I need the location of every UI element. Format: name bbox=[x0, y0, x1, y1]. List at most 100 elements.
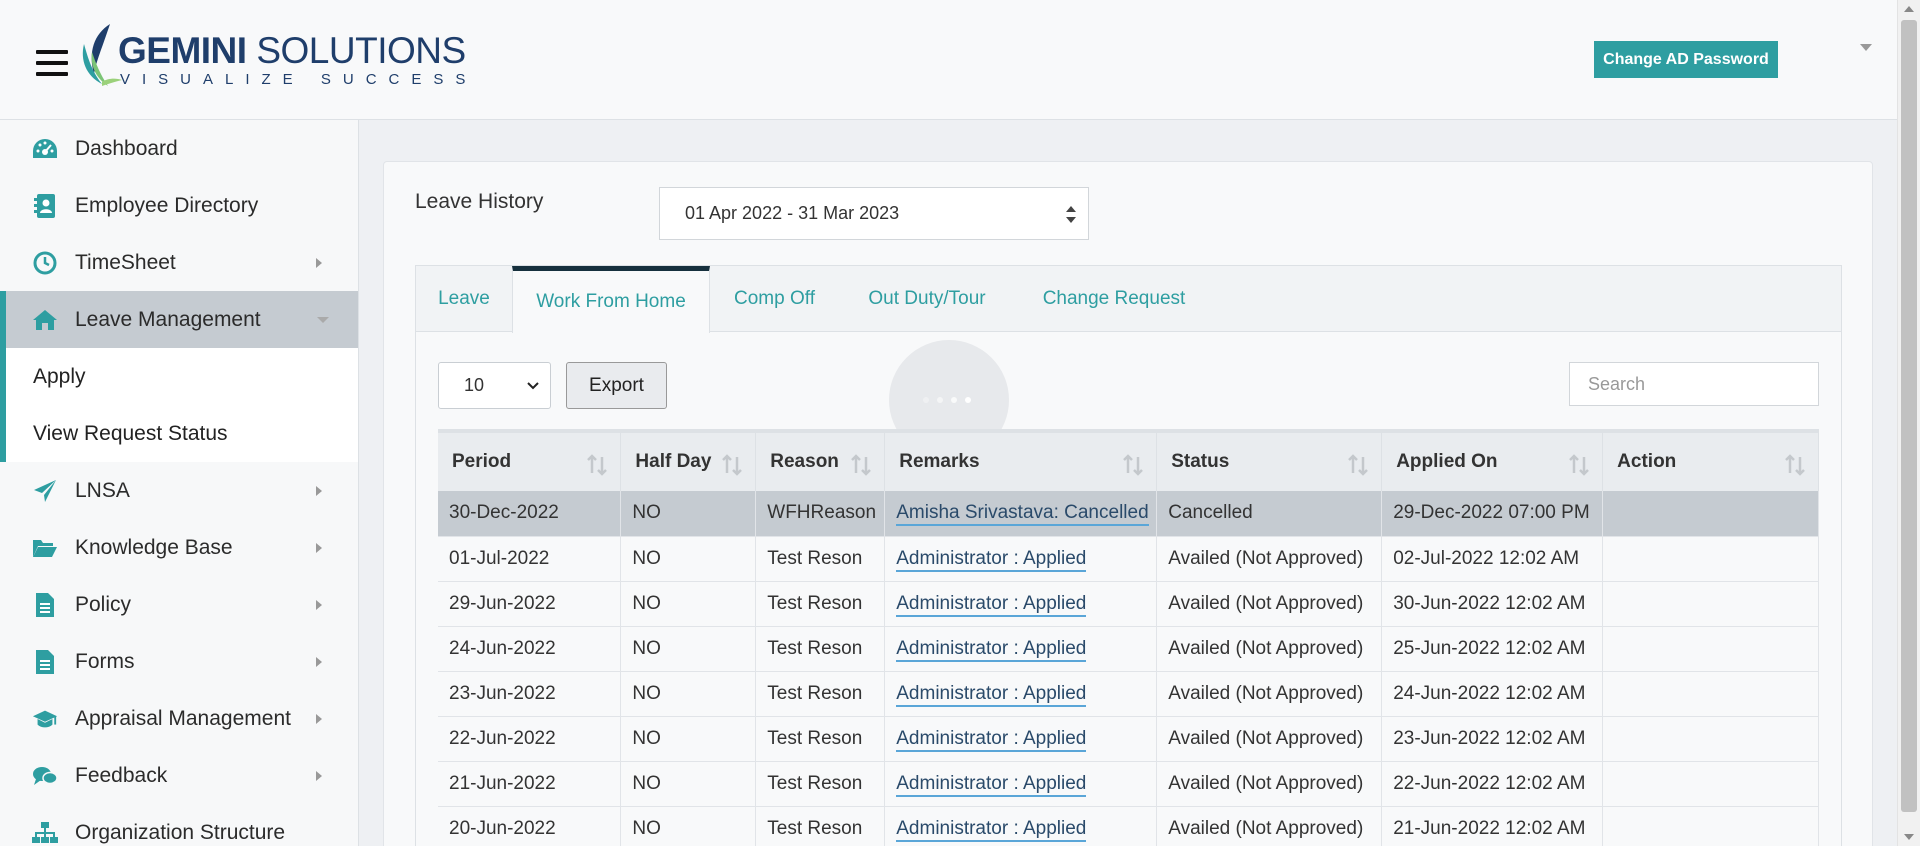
cell-applied-on: 29-Dec-2022 07:00 PM bbox=[1381, 491, 1604, 537]
cell-half-day: NO bbox=[620, 761, 757, 807]
remarks-link[interactable]: Administrator : Applied bbox=[896, 592, 1087, 617]
sidebar-item-label: Dashboard bbox=[75, 136, 178, 160]
sidebar-item-label: Employee Directory bbox=[75, 193, 259, 217]
table-row[interactable]: 22-Jun-2022 NO Test Reson Administrator … bbox=[438, 716, 1819, 762]
tab-comp-off[interactable]: Comp Off bbox=[710, 266, 839, 332]
sidebar-item-timesheet[interactable]: TimeSheet bbox=[0, 234, 358, 291]
dashboard-gauge-icon bbox=[32, 136, 58, 162]
company-logo[interactable]: GEMINI SOLUTIONS VISUALIZE SUCCESS bbox=[80, 22, 466, 90]
select-updown-icon bbox=[1066, 206, 1076, 223]
cell-reason: WFHReason bbox=[755, 491, 886, 537]
sidebar-item-policy[interactable]: Policy bbox=[0, 576, 358, 633]
sidebar-item-appraisal-management[interactable]: Appraisal Management bbox=[0, 690, 358, 747]
column-header-remarks[interactable]: Remarks bbox=[884, 429, 1158, 491]
document-icon bbox=[32, 592, 58, 618]
remarks-link[interactable]: Administrator : Applied bbox=[896, 817, 1087, 842]
sidebar-item-label: LNSA bbox=[75, 478, 130, 502]
column-header-reason[interactable]: Reason bbox=[755, 429, 886, 491]
sidebar-item-label: Knowledge Base bbox=[75, 535, 233, 559]
sidebar-item-lnsa[interactable]: LNSA bbox=[0, 462, 358, 519]
cell-action bbox=[1602, 536, 1819, 582]
scroll-down-arrow-icon[interactable] bbox=[1904, 834, 1914, 840]
sidebar-subitem-view-request-status[interactable]: View Request Status bbox=[0, 405, 358, 462]
page-length-select[interactable]: 10 bbox=[438, 362, 551, 409]
remarks-link[interactable]: Administrator : Applied bbox=[896, 547, 1087, 572]
page-length-value: 10 bbox=[464, 375, 485, 395]
chevron-right-icon bbox=[316, 657, 322, 667]
cell-reason: Test Reson bbox=[755, 581, 886, 627]
cell-remarks: Administrator : Applied bbox=[884, 671, 1158, 717]
column-header-action[interactable]: Action bbox=[1602, 429, 1819, 491]
sort-icon bbox=[587, 454, 608, 476]
cell-remarks: Administrator : Applied bbox=[884, 761, 1158, 807]
table-row[interactable]: 21-Jun-2022 NO Test Reson Administrator … bbox=[438, 761, 1819, 807]
chevron-down-icon bbox=[317, 317, 329, 323]
cell-remarks: Amisha Srivastava: Cancelled bbox=[884, 491, 1158, 537]
logo-tagline: VISUALIZE SUCCESS bbox=[120, 71, 478, 88]
table-row[interactable]: 01-Jul-2022 NO Test Reson Administrator … bbox=[438, 536, 1819, 582]
chevron-down-icon bbox=[527, 382, 539, 390]
tab-leave[interactable]: Leave bbox=[416, 266, 512, 332]
sidebar-item-forms[interactable]: Forms bbox=[0, 633, 358, 690]
search-input[interactable] bbox=[1569, 362, 1819, 406]
cell-period: 30-Dec-2022 bbox=[438, 491, 622, 537]
remarks-link[interactable]: Administrator : Applied bbox=[896, 772, 1087, 797]
cell-status: Availed (Not Approved) bbox=[1156, 761, 1383, 807]
cell-period: 24-Jun-2022 bbox=[438, 626, 622, 672]
remarks-link[interactable]: Administrator : Applied bbox=[896, 637, 1087, 662]
cell-half-day: NO bbox=[620, 491, 757, 537]
column-header-half-day[interactable]: Half Day bbox=[620, 429, 757, 491]
column-header-period[interactable]: Period bbox=[438, 429, 622, 491]
sidebar-item-knowledge-base[interactable]: Knowledge Base bbox=[0, 519, 358, 576]
scroll-up-arrow-icon[interactable] bbox=[1904, 6, 1914, 12]
tab-change-request[interactable]: Change Request bbox=[1015, 266, 1213, 332]
cell-status: Availed (Not Approved) bbox=[1156, 626, 1383, 672]
cell-period: 29-Jun-2022 bbox=[438, 581, 622, 627]
contacts-book-icon bbox=[32, 193, 58, 219]
table-row[interactable]: 29-Jun-2022 NO Test Reson Administrator … bbox=[438, 581, 1819, 627]
sidebar-item-organization-structure[interactable]: Organization Structure bbox=[0, 804, 358, 846]
cell-applied-on: 24-Jun-2022 12:02 AM bbox=[1381, 671, 1604, 717]
sidebar-item-feedback[interactable]: Feedback bbox=[0, 747, 358, 804]
user-menu-caret-icon[interactable] bbox=[1860, 44, 1872, 51]
cell-half-day: NO bbox=[620, 536, 757, 582]
tab-out-duty-tour[interactable]: Out Duty/Tour bbox=[839, 266, 1015, 332]
cell-reason: Test Reson bbox=[755, 761, 886, 807]
cell-reason: Test Reson bbox=[755, 536, 886, 582]
graduation-cap-icon bbox=[32, 706, 58, 732]
remarks-link[interactable]: Amisha Srivastava: Cancelled bbox=[896, 502, 1149, 527]
remarks-link[interactable]: Administrator : Applied bbox=[896, 682, 1087, 707]
column-header-status[interactable]: Status bbox=[1156, 429, 1383, 491]
tab-bar: Leave Work From Home Comp Off Out Duty/T… bbox=[416, 266, 1841, 333]
cell-half-day: NO bbox=[620, 581, 757, 627]
remarks-link[interactable]: Administrator : Applied bbox=[896, 727, 1087, 752]
chat-bubbles-icon bbox=[32, 763, 58, 789]
table-row[interactable]: 30-Dec-2022 NO WFHReason Amisha Srivasta… bbox=[438, 491, 1819, 537]
sidebar-item-leave-management[interactable]: Leave Management bbox=[0, 291, 358, 348]
cell-reason: Test Reson bbox=[755, 806, 886, 846]
chevron-right-icon bbox=[316, 543, 322, 553]
export-button[interactable]: Export bbox=[566, 362, 667, 409]
sort-icon bbox=[722, 454, 743, 476]
tab-work-from-home[interactable]: Work From Home bbox=[512, 266, 710, 333]
change-ad-password-button[interactable]: Change AD Password bbox=[1594, 41, 1778, 78]
sidebar-item-label: TimeSheet bbox=[75, 250, 176, 274]
column-header-applied-on[interactable]: Applied On bbox=[1381, 429, 1604, 491]
sidebar-item-employee-directory[interactable]: Employee Directory bbox=[0, 177, 358, 234]
sort-icon bbox=[1123, 454, 1144, 476]
sidebar-nav: Dashboard Employee Directory TimeSheet L… bbox=[0, 120, 359, 846]
cell-action bbox=[1602, 491, 1819, 537]
table-row[interactable]: 23-Jun-2022 NO Test Reson Administrator … bbox=[438, 671, 1819, 717]
period-select[interactable]: 01 Apr 2022 - 31 Mar 2023 bbox=[659, 187, 1089, 240]
sidebar-item-label: Leave Management bbox=[75, 307, 261, 331]
cell-remarks: Administrator : Applied bbox=[884, 626, 1158, 672]
table-row[interactable]: 20-Jun-2022 NO Test Reson Administrator … bbox=[438, 806, 1819, 846]
sidebar-item-dashboard[interactable]: Dashboard bbox=[0, 120, 358, 177]
page-scrollbar[interactable] bbox=[1897, 0, 1920, 846]
table-row[interactable]: 24-Jun-2022 NO Test Reson Administrator … bbox=[438, 626, 1819, 672]
scrollbar-thumb[interactable] bbox=[1901, 20, 1917, 812]
chevron-right-icon bbox=[316, 258, 322, 268]
sidebar-subitem-apply[interactable]: Apply bbox=[0, 348, 358, 405]
period-select-value: 01 Apr 2022 - 31 Mar 2023 bbox=[685, 203, 900, 223]
hamburger-menu-icon[interactable] bbox=[36, 50, 68, 76]
